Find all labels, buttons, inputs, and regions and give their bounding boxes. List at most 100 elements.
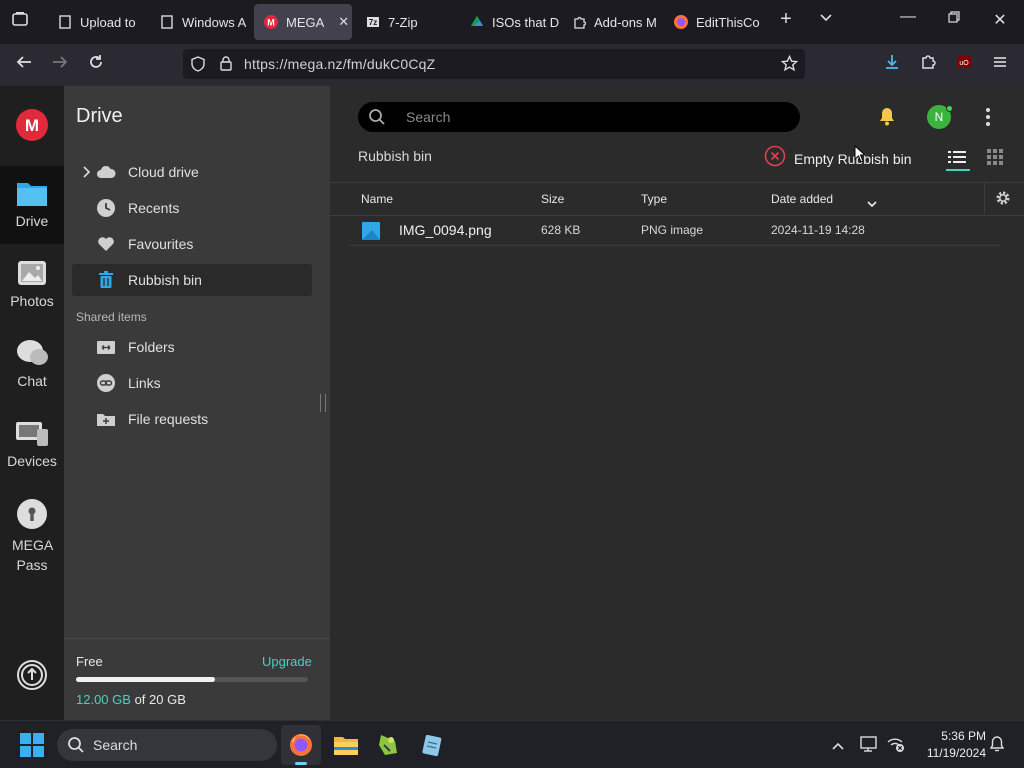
rail-item-photos[interactable]: Photos [0, 254, 64, 324]
file-size: 628 KB [541, 223, 581, 237]
more-options-icon[interactable] [984, 106, 992, 133]
rail-label: Drive [15, 213, 49, 229]
display-icon[interactable] [860, 735, 880, 758]
photos-icon [0, 258, 64, 291]
extensions-icon[interactable] [916, 53, 940, 77]
file-request-icon [96, 409, 116, 429]
rail-label: Chat [17, 373, 47, 389]
rail-item-drive[interactable]: Drive [0, 166, 64, 244]
sidebar-item-rubbish-bin[interactable]: Rubbish bin [72, 264, 312, 296]
storage-progress-fill [76, 677, 216, 682]
tab-overview-icon[interactable] [8, 10, 32, 34]
url-text[interactable]: https://mega.nz/fm/dukC0CqZ [244, 56, 435, 72]
forward-icon[interactable] [48, 53, 72, 77]
search-icon [67, 736, 85, 759]
address-bar[interactable]: https://mega.nz/fm/dukC0CqZ [183, 49, 805, 79]
column-header-size[interactable]: Size [541, 192, 564, 206]
chevron-right-icon[interactable] [82, 165, 92, 182]
upgrade-link[interactable]: Upgrade [262, 654, 312, 669]
taskbar-firefox[interactable] [281, 725, 321, 765]
lock-icon[interactable] [219, 55, 233, 76]
search-bar[interactable]: Search [358, 102, 800, 132]
column-header-name[interactable]: Name [361, 192, 393, 206]
tab-upload[interactable]: Upload to [48, 4, 148, 40]
rail-item-mega-pass[interactable]: MEGA Pass [0, 494, 64, 578]
windows-start-icon[interactable] [20, 733, 44, 762]
rail-item-devices[interactable]: Devices [0, 414, 64, 484]
notepad-icon[interactable] [420, 733, 444, 762]
minimize-icon[interactable]: — [896, 8, 920, 26]
mega-logo-icon[interactable]: M [16, 109, 48, 146]
menu-icon[interactable] [988, 53, 1012, 77]
downloads-icon[interactable] [880, 53, 904, 77]
grid-view-icon[interactable] [987, 149, 1003, 170]
restore-icon[interactable] [942, 10, 966, 29]
list-view-icon[interactable] [948, 149, 966, 170]
sidebar-item-cloud-drive[interactable]: Cloud drive [72, 156, 312, 188]
tab-label: 7-Zip [388, 14, 418, 30]
sidebar-item-file-requests[interactable]: File requests [72, 403, 312, 435]
breadcrumb: Rubbish bin [358, 148, 432, 164]
ublock-icon[interactable]: uO [952, 53, 976, 77]
svg-text:uO: uO [959, 60, 969, 67]
browser-tab-strip: Upload to Windows A M MEGA ✕ 7z 7-Zip IS… [0, 0, 1024, 44]
column-header-date[interactable]: Date added [771, 192, 833, 206]
sort-chevron-down-icon[interactable] [867, 195, 877, 213]
notifications-bell-icon[interactable] [877, 106, 897, 131]
google-drive-icon [470, 15, 484, 29]
rail-item-chat[interactable]: Chat [0, 334, 64, 404]
plan-label: Free [76, 654, 103, 669]
file-explorer-icon[interactable] [333, 733, 359, 762]
sidebar-item-label: Recents [128, 200, 180, 216]
chevron-up-icon[interactable] [831, 738, 845, 756]
storage-used: 12.00 GB [76, 692, 131, 707]
folder-icon [0, 178, 64, 211]
tab-list-icon[interactable] [814, 10, 838, 29]
notification-bell-icon[interactable] [988, 735, 1006, 758]
tab-windows[interactable]: Windows A [152, 4, 248, 40]
close-window-icon[interactable]: ✕ [988, 10, 1012, 30]
file-name: IMG_0094.png [399, 222, 492, 238]
tab-mega[interactable]: M MEGA ✕ [254, 4, 352, 40]
close-tab-icon[interactable]: ✕ [338, 14, 349, 30]
sidebar-item-links[interactable]: Links [72, 367, 312, 399]
divider [330, 182, 1024, 183]
transfers-icon[interactable] [16, 659, 48, 696]
tab-label: ISOs that D [492, 14, 560, 30]
tab-label: EditThisCo [696, 14, 760, 30]
tab-addons[interactable]: Add-ons M [566, 4, 662, 40]
tracking-shield-icon[interactable] [190, 56, 206, 77]
devices-icon [0, 418, 64, 451]
sidebar-resize-handle[interactable] [320, 394, 326, 412]
shared-items-heading: Shared items [76, 310, 147, 324]
tab-editthiscookie[interactable]: EditThisCo [668, 4, 760, 40]
bookmark-star-icon[interactable] [780, 54, 799, 77]
tab-7zip[interactable]: 7z 7-Zip [360, 4, 456, 40]
reload-icon[interactable] [84, 53, 108, 77]
file-date: 2024-11-19 14:28 [771, 223, 865, 237]
empty-rubbish-bin-button[interactable]: Empty Rubbish bin [764, 145, 912, 172]
svg-text:M: M [267, 18, 275, 28]
back-icon[interactable] [12, 53, 36, 77]
network-disconnected-icon[interactable] [886, 735, 906, 758]
sidebar-item-favourites[interactable]: Favourites [72, 228, 312, 260]
notepad-plus-plus-icon[interactable] [377, 733, 401, 762]
sidebar-item-folders[interactable]: Folders [72, 331, 312, 363]
7zip-icon: 7z [366, 15, 380, 29]
taskbar-search[interactable]: Search [57, 729, 277, 761]
new-tab-icon[interactable]: + [774, 8, 798, 31]
clock-icon [96, 198, 116, 218]
column-header-type[interactable]: Type [641, 192, 667, 206]
keyhole-icon [0, 498, 64, 533]
svg-text:7z: 7z [369, 18, 377, 27]
clock-time[interactable]: 5:36 PM [916, 729, 986, 743]
clock-date[interactable]: 11/19/2024 [906, 746, 986, 760]
tab-label: Add-ons M [594, 14, 657, 30]
tab-isos[interactable]: ISOs that D [464, 4, 560, 40]
sidebar-item-label: Folders [128, 339, 175, 355]
sidebar-item-label: Cloud drive [128, 164, 199, 180]
sidebar-item-label: File requests [128, 411, 209, 427]
settings-gear-icon[interactable] [995, 190, 1011, 211]
circle-x-icon [764, 145, 786, 172]
sidebar-item-recents[interactable]: Recents [72, 192, 312, 224]
